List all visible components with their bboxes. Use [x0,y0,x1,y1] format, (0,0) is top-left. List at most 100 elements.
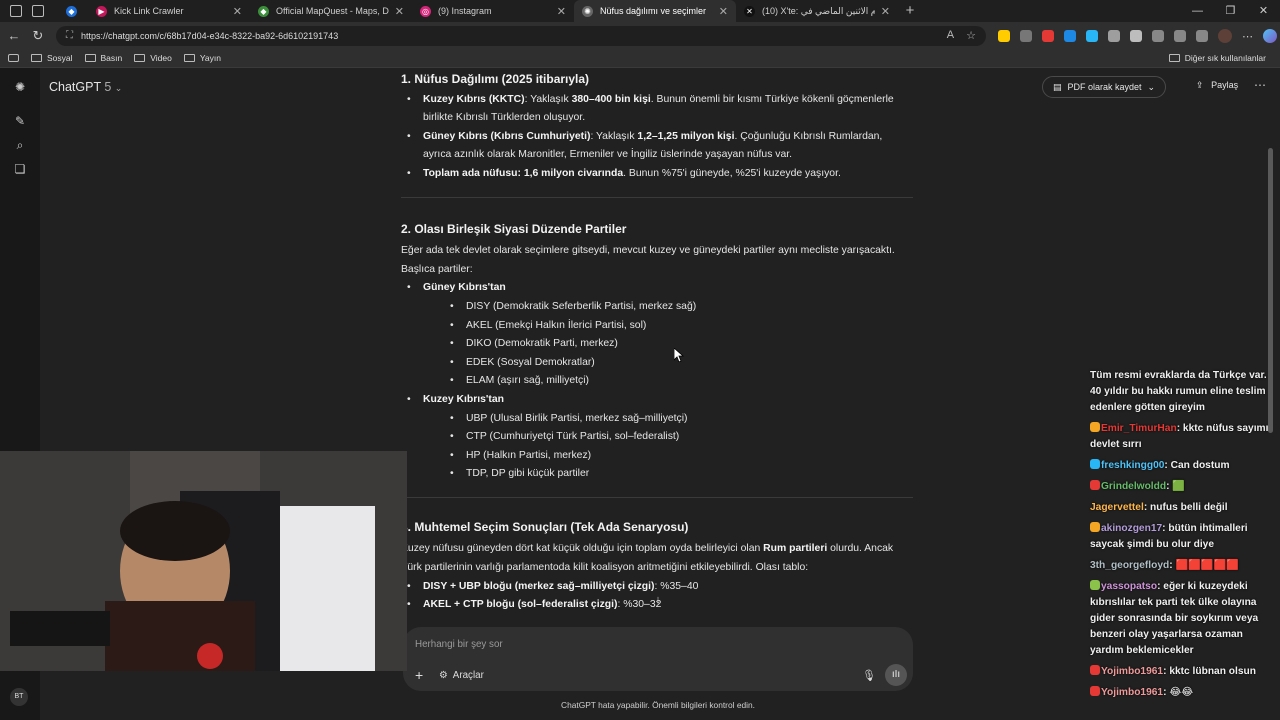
close-tab-icon[interactable]: ✕ [395,5,404,18]
close-tab-icon[interactable]: ✕ [719,5,728,18]
chat-username[interactable]: freshkingg00 [1101,460,1164,471]
maximize-icon[interactable]: ❐ [1214,0,1247,22]
chat-message: akinozgen17: bütün ihtimalleri saycak şi… [1090,521,1272,553]
extension-icon[interactable] [1064,29,1076,42]
party-item: HP (Halkın Partisi, merkez) [423,447,913,466]
minimize-icon[interactable]: — [1181,0,1214,22]
workspaces-icon[interactable] [10,5,22,17]
tab-favicon-icon: ◎ [420,5,431,17]
chat-username[interactable]: Yojimbo1961 [1101,687,1163,698]
back-arrow-icon[interactable]: ← [2,28,26,43]
chat-username[interactable]: akinozgen17 [1101,523,1162,534]
model-selector[interactable]: ChatGPT 5 ⌄ [49,80,122,94]
collections-icon[interactable] [1196,29,1208,42]
favorite-star-icon[interactable]: ☆ [966,29,976,42]
url-field[interactable]: ⛶ https://chatgpt.com/c/68b17d04-e34c-83… [56,25,986,46]
divider [401,196,913,198]
tab-3[interactable]: ✺ Nüfus dağılımı ve seçimler ✕ [574,0,736,22]
divider [401,496,913,498]
library-icon[interactable]: ❏ [13,162,27,176]
tab-title: Nüfus dağılımı ve seçimler [600,6,707,16]
list-item: Güney Kıbrıs (Kıbrıs Cumhuriyeti): Yakla… [401,128,913,165]
tab-4[interactable]: ✕ (10) X'te: يوم الاثنين الماضي في ✕ [736,0,898,22]
conversation-options-icon[interactable]: ⋯ [1254,78,1266,92]
tab-0[interactable]: ▶ Kick Link Crawler ✕ [88,0,250,22]
extension-icon[interactable] [998,29,1010,42]
chat-text: kktc lübnan olsun [1169,666,1256,677]
tools-icon: ⚙ [439,670,448,681]
chat-badge-icon [1090,522,1100,532]
more-menu-icon[interactable]: ⋯ [1242,30,1253,43]
bookmark-folder-yayin[interactable]: Yayın [183,53,221,63]
microphone-icon[interactable]: 🎙 [862,669,876,682]
chat-message: freshkingg00: Can dostum [1090,458,1272,474]
other-favorites-folder[interactable]: Diğer sık kullanılanlar [1168,53,1266,63]
reload-icon[interactable]: ↻ [26,28,50,44]
extensions-bar: ⋯ [998,28,1277,43]
bookmark-manager-icon[interactable] [8,54,19,62]
population-list: Kuzey Kıbrıs (KKTC): Yaklaşık 380–400 bi… [401,91,913,184]
chat-message: Yojimbo1961: 😂😂 [1090,685,1272,701]
close-tab-icon[interactable]: ✕ [557,5,566,18]
new-chat-icon[interactable]: ✎ [13,114,27,128]
stream-chat-overlay: Tüm resmi evraklarda da Türkçe var. 40 y… [1090,368,1272,706]
chat-text: Tüm resmi evraklarda da Türkçe var. 40 y… [1090,370,1267,413]
party-item: TDP, DP gibi küçük partiler [423,465,913,484]
bookmark-folder-basin[interactable]: Basın [84,53,122,63]
party-item: CTP (Cumhuriyetçi Türk Partisi, sol–fede… [423,428,913,447]
chat-username[interactable]: yassopatso [1101,581,1157,592]
pinned-tab[interactable]: ◆ [56,0,88,22]
message-composer[interactable]: Herhangi bir şey sor + ⚙ Araçlar 🎙 ıIı [403,627,913,691]
page-scrollbar[interactable] [1268,148,1273,433]
scroll-to-bottom-icon[interactable]: ↓ [648,590,668,610]
chat-badge-icon [1090,480,1100,490]
tab-favicon-icon: ◆ [258,5,269,17]
chat-badge-icon [1090,665,1100,675]
section-heading: 1. Nüfus Dağılımı (2025 itibarıyla) [401,72,590,86]
chat-badge-icon [1090,422,1100,432]
read-aloud-icon[interactable]: A [947,29,954,42]
site-info-icon[interactable]: ⛶ [66,30,73,41]
tab-title: Kick Link Crawler [114,6,184,16]
new-tab-button[interactable]: + [898,0,922,22]
extension-icon[interactable] [1108,29,1120,42]
extension-icon[interactable] [1020,29,1032,42]
share-button[interactable]: ⇪ Paylaş [1196,80,1238,91]
tab-list: ▶ Kick Link Crawler ✕ ◆ Official MapQuest - … [88,0,898,22]
add-attachment-icon[interactable]: + [415,667,423,683]
chat-username[interactable]: 3th_georgefloyd [1090,560,1169,571]
favorites-icon[interactable] [1174,29,1186,42]
window-system-icons [0,0,56,22]
tab-1[interactable]: ◆ Official MapQuest - Maps, D ✕ [250,0,412,22]
profile-avatar[interactable] [1218,28,1232,43]
chat-username[interactable]: Jagervettel [1090,502,1144,513]
party-item: UBP (Ulusal Birlik Partisi, merkez sağ–m… [423,410,913,429]
party-item: AKEL (Emekçi Halkın İlerici Partisi, sol… [423,317,913,336]
save-as-pdf-button[interactable]: ▤ PDF olarak kaydet ⌄ [1042,76,1166,98]
tools-button[interactable]: ⚙ Araçlar [439,670,484,681]
browser-tab-strip: ◆ ▶ Kick Link Crawler ✕ ◆ Official MapQuest … [0,0,1280,22]
close-tab-icon[interactable]: ✕ [233,5,242,18]
folder-icon [31,54,42,62]
chat-username[interactable]: Emir_TimurHan [1101,423,1177,434]
close-tab-icon[interactable]: ✕ [881,5,890,18]
search-icon[interactable]: ⌕ [13,138,27,152]
chat-username[interactable]: Yojimbo1961 [1101,666,1163,677]
share-icon: ⇪ [1196,80,1204,90]
chat-message: Tüm resmi evraklarda da Türkçe var. 40 y… [1090,368,1272,416]
voice-mode-icon[interactable]: ıIı [885,664,907,686]
chat-username[interactable]: Grindelwoldd [1101,481,1166,492]
user-avatar[interactable]: BT [10,688,28,706]
bookmark-folder-sosyal[interactable]: Sosyal [31,53,73,63]
copilot-icon[interactable] [1263,28,1277,43]
list-item: Kuzey Kıbrıs'tan UBP (Ulusal Birlik Part… [401,391,913,484]
bookmark-folder-video[interactable]: Video [134,53,172,63]
extensions-puzzle-icon[interactable] [1130,29,1142,42]
extension-icon[interactable] [1086,29,1098,42]
tab-actions-icon[interactable] [32,5,44,17]
openai-logo-icon[interactable]: ✺ [13,80,27,94]
extension-icon[interactable] [1042,29,1054,42]
split-screen-icon[interactable] [1152,29,1164,42]
close-window-icon[interactable]: ✕ [1247,0,1280,22]
tab-2[interactable]: ◎ (9) Instagram ✕ [412,0,574,22]
